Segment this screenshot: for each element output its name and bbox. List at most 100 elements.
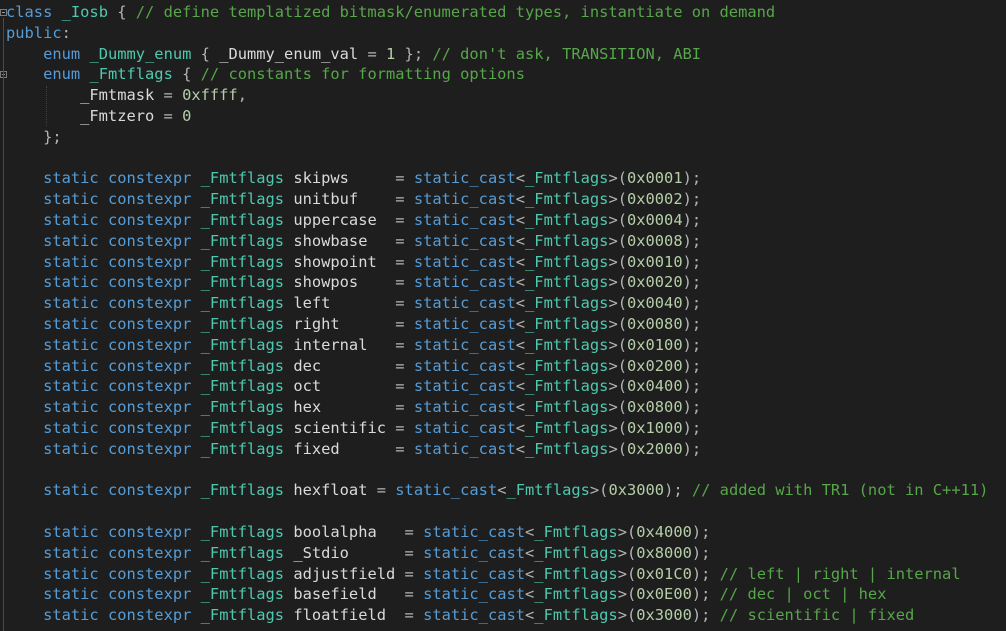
source-code[interactable]: class _Iosb { // define templatized bitm… bbox=[6, 2, 988, 626]
code-line[interactable]: class _Iosb { // define templatized bitm… bbox=[6, 2, 988, 23]
code-line[interactable]: _Fmtzero = 0 bbox=[6, 106, 988, 127]
type-token: _Fmtflags bbox=[525, 210, 609, 229]
punctuation-token: >( bbox=[617, 522, 637, 541]
identifier-token: hexfloat bbox=[284, 481, 377, 500]
type-token: _Fmtflags bbox=[200, 356, 285, 375]
number-token: 0x0080 bbox=[626, 314, 683, 333]
keyword-token: constexpr bbox=[107, 377, 192, 396]
type-token: _Iosb bbox=[61, 3, 108, 21]
punctuation-token: = bbox=[395, 231, 414, 250]
punctuation-token: ); bbox=[682, 335, 702, 354]
punctuation-token: ); bbox=[682, 169, 702, 188]
punctuation-token: ); bbox=[682, 398, 702, 417]
punctuation-token: < bbox=[515, 398, 526, 417]
punctuation-token: < bbox=[515, 273, 526, 292]
punctuation-token: ); bbox=[682, 377, 702, 396]
identifier-token bbox=[99, 315, 108, 333]
keyword-token: static bbox=[43, 231, 99, 250]
identifier-token bbox=[6, 211, 43, 229]
code-line[interactable]: static constexpr _Fmtflags right = stati… bbox=[6, 314, 988, 335]
identifier-token bbox=[6, 253, 43, 271]
punctuation-token: >( bbox=[617, 564, 637, 583]
identifier-token bbox=[6, 315, 43, 333]
punctuation-token: ); bbox=[691, 564, 720, 583]
code-line[interactable]: static constexpr _Fmtflags internal = st… bbox=[6, 335, 988, 356]
code-line[interactable]: enum _Dummy_enum { _Dummy_enum_val = 1 }… bbox=[6, 44, 988, 65]
keyword-token: static bbox=[43, 294, 99, 313]
number-token: 0x0020 bbox=[626, 273, 683, 292]
punctuation-token: < bbox=[525, 543, 535, 562]
code-line[interactable]: public: bbox=[6, 23, 988, 44]
code-line[interactable]: static constexpr _Fmtflags showpoint = s… bbox=[6, 252, 988, 273]
punctuation-token: < bbox=[515, 190, 526, 209]
code-line[interactable] bbox=[6, 460, 988, 481]
code-line[interactable]: static constexpr _Fmtflags _Stdio = stat… bbox=[6, 543, 988, 564]
code-line[interactable]: }; bbox=[6, 127, 988, 148]
type-token: _Fmtflags bbox=[200, 606, 285, 625]
type-token: _Fmtflags bbox=[200, 294, 285, 313]
code-line[interactable]: _Fmtmask = 0xffff, bbox=[6, 85, 988, 106]
code-line[interactable]: static constexpr _Fmtflags skipws = stat… bbox=[6, 168, 988, 189]
code-line[interactable]: static constexpr _Fmtflags uppercase = s… bbox=[6, 210, 988, 231]
type-token: _Fmtflags bbox=[200, 564, 285, 583]
code-line[interactable] bbox=[6, 501, 988, 522]
punctuation-token: >( bbox=[608, 439, 627, 458]
type-token: _Fmtflags bbox=[525, 314, 609, 333]
code-line[interactable]: static constexpr _Fmtflags hex = static_… bbox=[6, 397, 988, 418]
code-line[interactable] bbox=[6, 148, 988, 169]
identifier-token bbox=[99, 273, 108, 291]
code-editor[interactable]: class _Iosb { // define templatized bitm… bbox=[0, 0, 1006, 631]
comment-token: // dec | oct | hex bbox=[719, 585, 887, 604]
punctuation-token: >( bbox=[617, 606, 637, 625]
type-token: _Fmtflags bbox=[506, 481, 590, 500]
code-line[interactable]: static constexpr _Fmtflags left = static… bbox=[6, 293, 988, 314]
code-line[interactable]: enum _Fmtflags { // constants for format… bbox=[6, 64, 988, 85]
identifier-token bbox=[99, 294, 108, 312]
keyword-token: static_cast bbox=[413, 273, 516, 292]
code-line[interactable]: static constexpr _Fmtflags adjustfield =… bbox=[6, 564, 988, 585]
identifier-token bbox=[6, 377, 43, 395]
type-token: _Fmtflags bbox=[200, 169, 285, 188]
keyword-token: static_cast bbox=[413, 398, 516, 417]
punctuation-token: { bbox=[172, 65, 201, 84]
type-token: _Fmtflags bbox=[534, 543, 618, 562]
identifier-token: left bbox=[284, 294, 396, 313]
code-line[interactable]: static constexpr _Fmtflags floatfield = … bbox=[6, 605, 988, 626]
punctuation-token: >( bbox=[608, 210, 627, 229]
code-line[interactable]: static constexpr _Fmtflags boolalpha = s… bbox=[6, 522, 988, 543]
code-line[interactable]: static constexpr _Fmtflags basefield = s… bbox=[6, 584, 988, 605]
identifier-token bbox=[99, 565, 108, 583]
code-line[interactable]: static constexpr _Fmtflags fixed = stati… bbox=[6, 439, 988, 460]
punctuation-token: = bbox=[395, 377, 414, 396]
punctuation-token: }; bbox=[395, 44, 433, 63]
identifier-token bbox=[6, 523, 43, 541]
identifier-token: fixed bbox=[284, 439, 396, 458]
punctuation-token: = bbox=[395, 418, 414, 437]
code-line[interactable]: static constexpr _Fmtflags scientific = … bbox=[6, 418, 988, 439]
code-line[interactable]: static constexpr _Fmtflags hexfloat = st… bbox=[6, 480, 988, 501]
code-line[interactable]: static constexpr _Fmtflags oct = static_… bbox=[6, 376, 988, 397]
keyword-token: static_cast bbox=[413, 314, 516, 333]
identifier-token bbox=[191, 211, 200, 229]
type-token: _Fmtflags bbox=[525, 294, 609, 313]
keyword-token: constexpr bbox=[107, 231, 192, 250]
punctuation-token: >( bbox=[608, 356, 627, 375]
identifier-token bbox=[191, 315, 200, 333]
code-line[interactable]: static constexpr _Fmtflags showpos = sta… bbox=[6, 272, 988, 293]
identifier-token bbox=[6, 190, 43, 208]
number-token: 0x0100 bbox=[626, 335, 683, 354]
identifier-token bbox=[191, 585, 200, 603]
identifier-token bbox=[99, 606, 108, 624]
punctuation-token: ); bbox=[682, 273, 702, 292]
identifier-token bbox=[99, 190, 108, 208]
keyword-token: static_cast bbox=[413, 231, 516, 250]
code-line[interactable]: static constexpr _Fmtflags showbase = st… bbox=[6, 231, 988, 252]
punctuation-token: = bbox=[395, 356, 414, 375]
keyword-token: static_cast bbox=[413, 190, 516, 209]
identifier-token bbox=[191, 565, 200, 583]
number-token: 0x0001 bbox=[626, 169, 683, 188]
code-line[interactable]: static constexpr _Fmtflags dec = static_… bbox=[6, 356, 988, 377]
punctuation-token: ); bbox=[682, 314, 702, 333]
code-line[interactable]: static constexpr _Fmtflags unitbuf = sta… bbox=[6, 189, 988, 210]
identifier-token bbox=[52, 3, 61, 21]
